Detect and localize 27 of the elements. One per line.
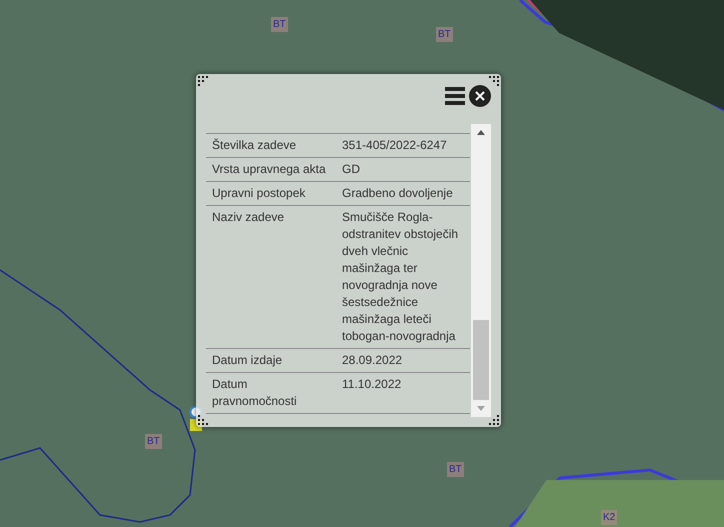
scrollbar-thumb[interactable] xyxy=(473,320,489,400)
field-value: GD xyxy=(341,161,361,178)
resize-handle-icon[interactable] xyxy=(489,76,499,86)
map-label: BT xyxy=(447,462,464,477)
field-label: Številka zadeve xyxy=(211,137,298,154)
field-label: Datum pravnomočnosti xyxy=(211,376,298,410)
close-icon[interactable] xyxy=(469,85,491,107)
resize-handle-icon[interactable] xyxy=(198,415,208,425)
field-label: Datum izdaje xyxy=(211,352,284,369)
scrollbar[interactable] xyxy=(471,124,491,417)
resize-handle-icon[interactable] xyxy=(198,76,208,86)
field-value: 351-405/2022-6247 xyxy=(341,137,448,154)
field-value: Smučišče Rogla-odstranitev obstoječih dveh vlečnic mašinžaga ter novogradnja nove šestsedežnice mašinžaga leteči tobogan-novogradnja xyxy=(341,209,460,345)
scroll-up-icon[interactable] xyxy=(477,130,485,135)
field-value: 11.10.2022 xyxy=(341,376,402,393)
map-label: BT xyxy=(271,17,288,32)
map-label: BT xyxy=(436,27,453,42)
field-value: 28.09.2022 xyxy=(341,352,404,369)
resize-handle-icon[interactable] xyxy=(489,415,499,425)
field-label: Vrsta upravnega akta xyxy=(211,161,327,178)
map-label: K2 xyxy=(601,510,618,525)
map-background[interactable] xyxy=(0,0,724,527)
menu-icon[interactable] xyxy=(445,87,465,105)
map-label: BT xyxy=(145,434,162,449)
field-value: Gradbeno dovoljenje xyxy=(341,185,454,202)
field-label: Naziv zadeve xyxy=(211,209,286,226)
field-label: Upravni postopek xyxy=(211,185,306,202)
